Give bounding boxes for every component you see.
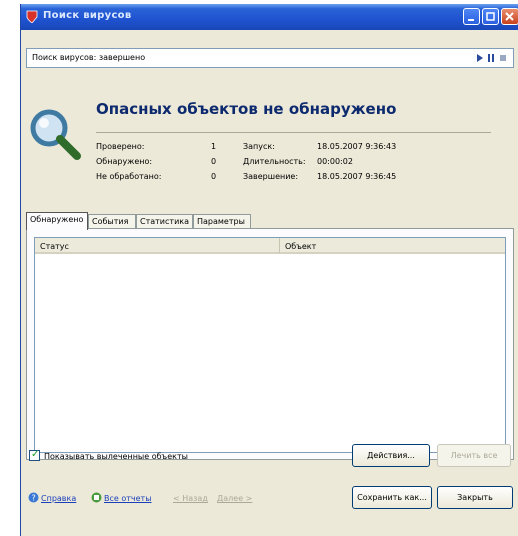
title-bar[interactable]: Поиск вирусов xyxy=(21,4,518,30)
column-header-object[interactable]: Объект xyxy=(280,238,505,254)
back-link[interactable]: < Назад xyxy=(173,494,208,503)
tab-label: События xyxy=(92,217,129,226)
task-status-bar: Поиск вирусов: завершено xyxy=(26,48,514,68)
kaspersky-logo-icon xyxy=(26,10,38,23)
minimize-button[interactable] xyxy=(463,8,480,25)
tab-statistics[interactable]: Статистика xyxy=(136,214,193,228)
save-as-button[interactable]: Сохранить как... xyxy=(352,486,432,509)
tab-label: Параметры xyxy=(197,217,245,226)
tab-label: Обнаружено xyxy=(30,215,84,224)
magnifier-icon xyxy=(30,109,81,160)
tab-label: Статистика xyxy=(140,217,189,226)
svg-text:?: ? xyxy=(32,494,36,503)
task-status-text: Поиск вирусов: завершено xyxy=(32,53,146,62)
tab-settings[interactable]: Параметры xyxy=(193,214,251,228)
finished-value: 18.05.2007 9:36:45 xyxy=(317,172,397,181)
tab-panel: Статус Объект xyxy=(26,228,514,460)
window-title: Поиск вирусов xyxy=(43,10,132,21)
finished-label: Завершение: xyxy=(243,172,299,181)
actions-button[interactable]: Действия... xyxy=(352,444,430,467)
started-label: Запуск: xyxy=(243,142,275,151)
tab-detected[interactable]: Обнаружено xyxy=(26,212,88,230)
close-icon xyxy=(505,12,514,21)
checked-value: 1 xyxy=(211,142,217,151)
duration-label: Длительность: xyxy=(243,157,306,166)
maximize-icon xyxy=(486,12,495,21)
help-icon: ? xyxy=(28,492,39,503)
checked-label: Проверено: xyxy=(96,142,145,151)
reports-icon xyxy=(91,492,102,503)
maximize-button[interactable] xyxy=(482,8,499,25)
all-reports-link[interactable]: Все отчеты xyxy=(104,494,152,503)
column-header-status[interactable]: Статус xyxy=(35,238,280,254)
scan-window: Поиск вирусов Поиск вирусов: завершено О… xyxy=(20,4,518,536)
unprocessed-label: Не обработано: xyxy=(96,172,162,181)
detected-label: Обнаружено: xyxy=(96,157,153,166)
started-value: 18.05.2007 9:36:43 xyxy=(317,142,397,151)
close-window-button[interactable] xyxy=(501,8,518,25)
show-cured-label[interactable]: Показывать вылеченные объекты xyxy=(44,452,188,461)
cure-all-button[interactable]: Лечить все xyxy=(437,444,511,467)
checkmark-icon: ✓ xyxy=(31,449,40,460)
stop-icon[interactable] xyxy=(500,55,506,61)
summary-divider xyxy=(96,132,491,133)
next-link[interactable]: Далее > xyxy=(217,494,252,503)
pause-icon[interactable] xyxy=(488,54,494,62)
close-button[interactable]: Закрыть xyxy=(437,486,513,509)
duration-value: 00:00:02 xyxy=(317,157,353,166)
minimize-icon xyxy=(468,19,474,21)
detected-value: 0 xyxy=(211,157,217,166)
play-icon[interactable] xyxy=(477,54,483,62)
tab-events[interactable]: События xyxy=(88,214,136,228)
show-cured-checkbox[interactable]: ✓ xyxy=(29,449,40,461)
help-link[interactable]: Справка xyxy=(41,494,76,503)
unprocessed-value: 0 xyxy=(211,172,217,181)
result-headline: Опасных объектов не обнаружено xyxy=(96,100,397,118)
tab-strip: Обнаружено События Статистика Параметры xyxy=(26,212,514,230)
detected-objects-list[interactable]: Статус Объект xyxy=(34,237,506,453)
